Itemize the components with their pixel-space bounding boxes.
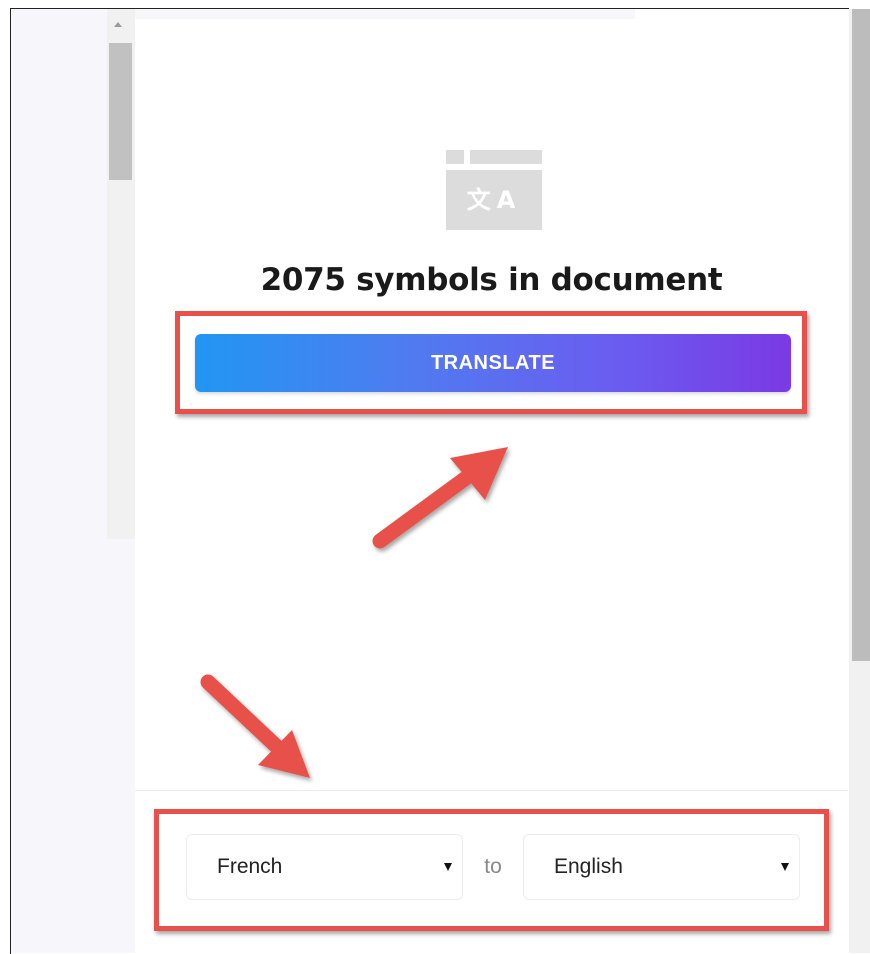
annotation-arrows (200, 447, 508, 778)
arrow-to-language-icon (200, 674, 310, 778)
arrow-to-translate-icon (372, 447, 508, 549)
